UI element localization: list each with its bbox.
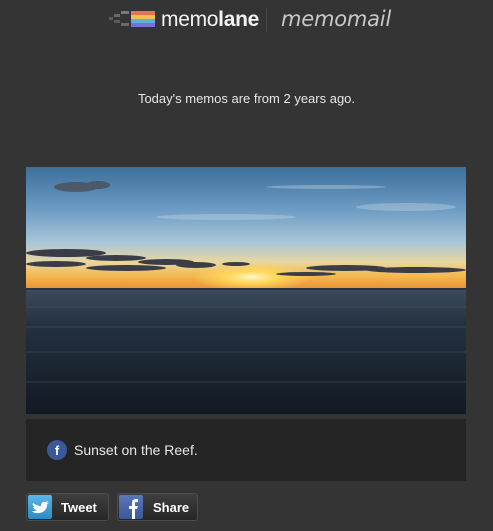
facebook-icon [119, 495, 143, 519]
twitter-bird-icon [28, 495, 52, 519]
memo-caption: Sunset on the Reef. [74, 442, 198, 458]
tweet-button[interactable]: Tweet [26, 493, 109, 521]
memolane-logo-icon [109, 11, 155, 27]
memolane-wordmark[interactable]: memolane [161, 8, 259, 32]
memomail-wordmark: memomail [281, 7, 392, 31]
share-button[interactable]: Share [117, 493, 198, 521]
sunset-reef-image [26, 167, 466, 414]
tweet-label: Tweet [61, 500, 97, 515]
share-label: Share [153, 500, 190, 515]
email-page: memolane memomail Today's memos are from… [0, 0, 493, 531]
facebook-icon: f [47, 440, 67, 460]
header-divider [266, 8, 267, 32]
header: memolane memomail [0, 0, 493, 40]
headline: Today's memos are from 2 years ago. [137, 91, 356, 106]
memo-caption-bar: f Sunset on the Reef. [26, 419, 466, 481]
memo-photo[interactable] [26, 167, 466, 414]
